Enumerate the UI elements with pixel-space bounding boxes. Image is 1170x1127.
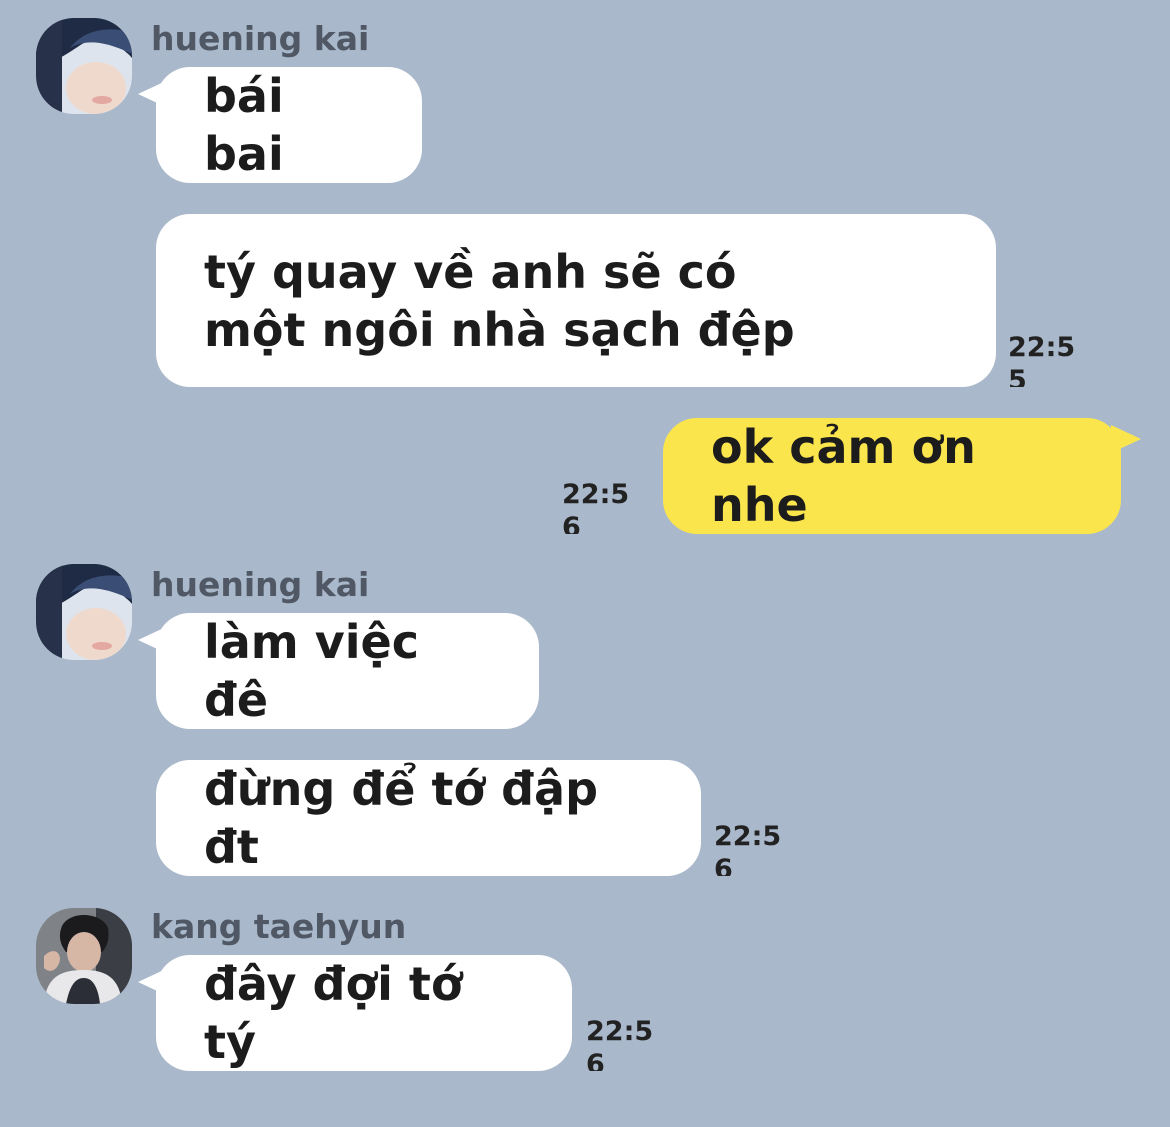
bubble-tail [1111, 425, 1141, 453]
message-timestamp: 22:55 [1008, 332, 1076, 387]
avatar-huening-kai-1[interactable] [36, 18, 132, 114]
message-timestamp: 22:56 [562, 479, 630, 534]
message-text: tý quay về anh sẽ có một ngôi nhà sạch đ… [204, 244, 795, 357]
sender-name: huening kai [151, 19, 370, 58]
sender-name: huening kai [151, 565, 370, 604]
message-bubble[interactable]: làm việc đê [156, 613, 539, 729]
message-text: đây đợi tớ tý [204, 957, 463, 1069]
message-text: ok cảm ơn nhe [711, 420, 976, 532]
sender-name: kang taehyun [151, 907, 407, 946]
message-timestamp: 22:56 [586, 1016, 654, 1071]
avatar-huening-kai-2[interactable] [36, 564, 132, 660]
message-bubble-outgoing[interactable]: ok cảm ơn nhe [663, 418, 1121, 534]
message-bubble[interactable]: bái bai [156, 67, 422, 183]
message-text: đừng để tớ đập đt [204, 762, 599, 874]
message-text: làm việc đê [204, 615, 419, 727]
message-bubble[interactable]: tý quay về anh sẽ có một ngôi nhà sạch đ… [156, 214, 996, 387]
message-bubble[interactable]: đừng để tớ đập đt [156, 760, 701, 876]
avatar-kang-taehyun[interactable] [36, 908, 132, 1004]
message-timestamp: 22:56 [714, 821, 782, 876]
message-text: bái bai [204, 69, 284, 181]
message-bubble[interactable]: đây đợi tớ tý [156, 955, 572, 1071]
